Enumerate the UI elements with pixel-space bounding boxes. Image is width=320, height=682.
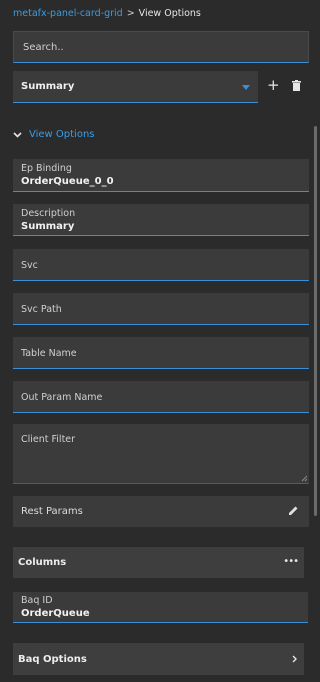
plus-icon[interactable]: + bbox=[267, 78, 280, 93]
chevron-down-icon bbox=[13, 131, 22, 138]
scrollbar[interactable] bbox=[314, 126, 317, 516]
ep-binding-value: OrderQueue_0_0 bbox=[21, 176, 114, 187]
chevron-right-icon bbox=[292, 655, 297, 663]
baq-options-section[interactable]: Baq Options bbox=[13, 643, 304, 675]
table-name-field[interactable]: Table Name bbox=[13, 337, 309, 369]
columns-label: Columns bbox=[18, 557, 67, 568]
ep-binding-label: Ep Binding bbox=[21, 163, 72, 174]
breadcrumb: metafx-panel-card-grid > View Options bbox=[13, 8, 201, 19]
breadcrumb-link[interactable]: metafx-panel-card-grid bbox=[13, 8, 123, 19]
description-value: Summary bbox=[21, 221, 75, 232]
more-options-icon[interactable]: ••• bbox=[283, 556, 299, 567]
svc-label: Svc bbox=[21, 260, 38, 271]
breadcrumb-current: View Options bbox=[138, 8, 201, 19]
out-param-name-field[interactable]: Out Param Name bbox=[13, 381, 309, 413]
search-input[interactable] bbox=[23, 41, 308, 53]
svc-path-label: Svc Path bbox=[21, 304, 62, 315]
baq-id-value: OrderQueue bbox=[21, 608, 90, 619]
breadcrumb-separator: > bbox=[126, 8, 135, 19]
baq-id-field[interactable]: Baq ID OrderQueue bbox=[13, 592, 308, 623]
baq-id-label: Baq ID bbox=[21, 595, 53, 606]
view-select[interactable]: Summary bbox=[13, 71, 258, 103]
columns-section[interactable]: Columns ••• bbox=[13, 547, 304, 578]
description-field[interactable]: Description Summary bbox=[13, 204, 309, 236]
description-label: Description bbox=[21, 208, 76, 219]
dropdown-caret-icon bbox=[242, 85, 250, 90]
svc-field[interactable]: Svc bbox=[13, 249, 309, 281]
ep-binding-field[interactable]: Ep Binding OrderQueue_0_0 bbox=[13, 159, 309, 192]
table-name-label: Table Name bbox=[21, 348, 77, 359]
baq-options-label: Baq Options bbox=[18, 653, 87, 665]
view-options-toggle[interactable]: View Options bbox=[13, 129, 95, 140]
search-box bbox=[13, 31, 309, 63]
pencil-icon[interactable] bbox=[288, 505, 299, 516]
rest-params-label: Rest Params bbox=[21, 506, 83, 517]
view-select-value: Summary bbox=[21, 81, 75, 92]
client-filter-textarea[interactable]: Client Filter bbox=[13, 424, 309, 484]
client-filter-label: Client Filter bbox=[21, 434, 76, 445]
out-param-name-label: Out Param Name bbox=[21, 392, 103, 403]
view-options-label: View Options bbox=[29, 129, 95, 140]
rest-params-row: Rest Params bbox=[13, 496, 309, 527]
trash-icon[interactable] bbox=[292, 80, 301, 94]
svc-path-field[interactable]: Svc Path bbox=[13, 293, 309, 325]
resize-handle-icon[interactable] bbox=[300, 474, 308, 482]
